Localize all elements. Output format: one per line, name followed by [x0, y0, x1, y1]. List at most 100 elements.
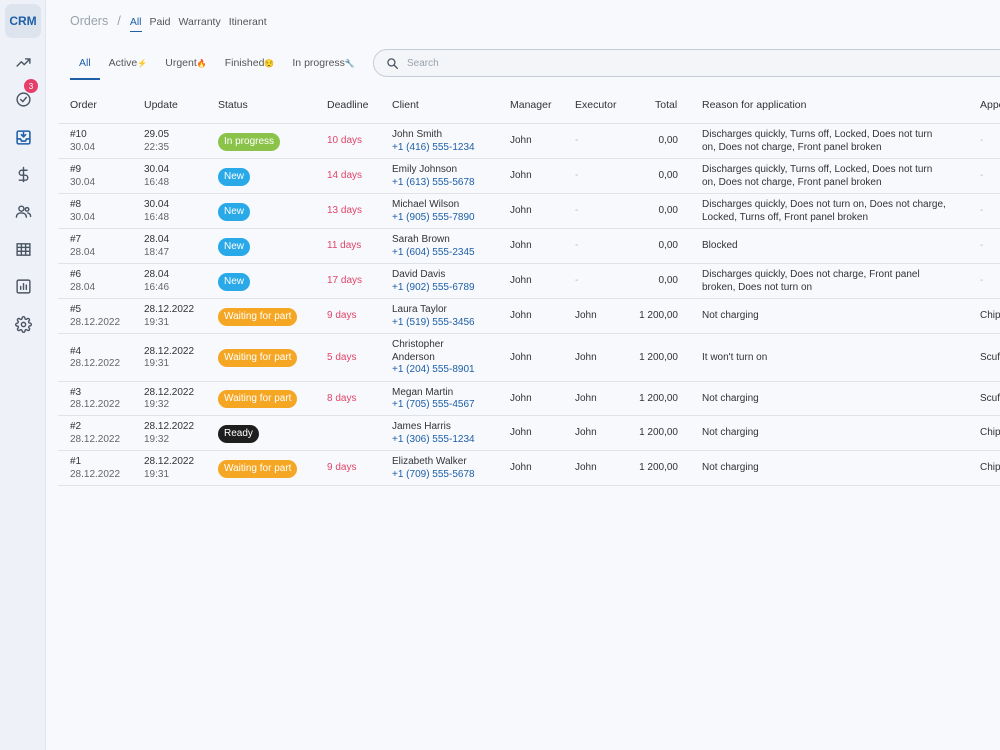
total: 0,00	[658, 205, 678, 217]
col-manager[interactable]: Manager	[510, 99, 551, 111]
dollar-icon	[18, 166, 28, 182]
status-filters: All Active⚡ Urgent🔥 Finished😌 In progres…	[70, 52, 364, 80]
order-date: 30.04	[70, 176, 96, 188]
tab-itinerant[interactable]: Itinerant	[229, 16, 267, 31]
reason-line: on, Does not charge, Front panel broken	[702, 176, 882, 188]
orders-nav[interactable]	[10, 124, 36, 150]
filter-finished[interactable]: Finished😌	[216, 52, 284, 80]
tab-all[interactable]: All	[129, 16, 142, 32]
breadcrumb-orders[interactable]: Orders	[70, 14, 108, 28]
status-badge[interactable]: Waiting for part	[218, 390, 298, 408]
status-badge[interactable]: New	[218, 202, 251, 221]
executor: -	[575, 205, 579, 217]
reason-line: Discharges quickly, Turns off, Locked, D…	[702, 129, 933, 140]
col-deadline[interactable]: Deadline	[327, 99, 368, 111]
status-cell: In progress	[218, 132, 281, 151]
table-row[interactable]: #8 30.04 30.04 16:48 New 13 days Michael Wilso…	[58, 194, 1000, 229]
col-status[interactable]: Status	[218, 99, 248, 111]
col-order[interactable]: Order	[70, 99, 97, 111]
client-phone[interactable]: +1 (705) 555-4567	[392, 399, 475, 412]
update-time: 19:32	[144, 433, 170, 445]
client-name: Christopher	[392, 339, 444, 351]
update-time: 19:31	[144, 468, 170, 480]
manager: John	[510, 427, 532, 439]
settings-nav[interactable]	[10, 311, 36, 337]
client-phone[interactable]: +1 (613) 555-5678	[392, 177, 475, 190]
client-phone[interactable]: +1 (604) 555-2345	[392, 247, 475, 260]
executor: John	[575, 427, 597, 439]
col-client[interactable]: Client	[392, 99, 419, 111]
table-row[interactable]: #6 28.04 28.04 16:46 New 17 days David Davis +1…	[58, 264, 1000, 299]
crm-logo[interactable]: CRM	[5, 4, 41, 38]
appearance: -	[980, 205, 984, 217]
status-badge[interactable]: In progress	[218, 132, 281, 151]
filter-all[interactable]: All	[70, 52, 100, 80]
client-phone[interactable]: +1 (416) 555-1234	[392, 142, 475, 155]
status-badge[interactable]: New	[218, 167, 251, 186]
col-update[interactable]: Update	[144, 99, 178, 111]
col-executor[interactable]: Executor	[575, 99, 616, 111]
table-row[interactable]: #10 30.04 29.05 22:35 In progress 10 days John…	[58, 124, 1000, 159]
update-time: 19:32	[144, 399, 170, 410]
filter-label: Finished	[224, 57, 265, 69]
warehouse-nav[interactable]	[10, 236, 36, 262]
analytics-nav[interactable]	[10, 49, 36, 75]
client-name: Megan Martin	[392, 386, 454, 398]
table-row[interactable]: #7 28.04 28.04 18:47 New 11 days Sarah Brown +1…	[58, 229, 1000, 264]
order-date: 28.12.2022	[70, 399, 121, 410]
client-phone[interactable]: +1 (306) 555-1234	[392, 434, 475, 447]
status-badge[interactable]: Waiting for part	[218, 459, 298, 478]
col-reason[interactable]: Reason for application	[702, 99, 806, 111]
tasks-nav[interactable]: 3	[10, 79, 38, 112]
appearance: Chip	[980, 462, 1000, 474]
deadline: 8 days	[327, 392, 357, 404]
client-phone[interactable]: +1 (204) 555-8901	[392, 364, 475, 377]
client-name: Elizabeth Walker	[392, 456, 467, 467]
reports-nav[interactable]	[10, 273, 36, 299]
status-cell: Waiting for part	[218, 459, 298, 478]
client-phone[interactable]: +1 (709) 555-5678	[392, 469, 475, 482]
manager: John	[510, 205, 532, 217]
status-cell: New	[218, 272, 251, 291]
filter-urgent[interactable]: Urgent🔥	[156, 52, 215, 80]
search-input[interactable]	[407, 57, 807, 69]
order-date: 28.04	[70, 246, 96, 258]
inbox-download-icon	[15, 129, 31, 145]
table-row[interactable]: #4 28.12.2022 28.12.2022 19:31 Waiting for p…	[58, 334, 1000, 382]
status-badge[interactable]: Waiting for part	[218, 349, 298, 367]
clients-nav[interactable]	[10, 198, 36, 224]
table-row[interactable]: #2 28.12.2022 28.12.2022 19:32 Ready James Ha…	[58, 416, 1000, 451]
table-row[interactable]: #5 28.12.2022 28.12.2022 19:31 Waiting for p…	[58, 299, 1000, 334]
status-badge[interactable]: New	[218, 237, 251, 256]
trending-up-icon	[15, 57, 31, 67]
client-phone[interactable]: +1 (519) 555-3456	[392, 317, 475, 330]
table-row[interactable]: #1 28.12.2022 28.12.2022 19:31 Waiting for p…	[58, 451, 1000, 486]
tab-paid[interactable]: Paid	[150, 16, 171, 31]
status-badge[interactable]: Ready	[218, 424, 259, 443]
reason-line: Not charging	[702, 310, 759, 322]
col-total[interactable]: Total	[655, 99, 677, 111]
table-row[interactable]: #9 30.04 30.04 16:48 New 14 days Emily Johnson…	[58, 159, 1000, 194]
reason-line: Locked, Turns off, Front panel broken	[702, 211, 869, 223]
filter-in-progress[interactable]: In progress🔧	[283, 52, 364, 80]
order-number: #1	[70, 456, 82, 467]
status-badge[interactable]: Waiting for part	[218, 307, 298, 326]
update-date: 28.12.2022	[144, 386, 195, 398]
status-badge[interactable]: New	[218, 272, 251, 291]
tab-warranty[interactable]: Warranty	[179, 16, 221, 31]
order-date: 28.04	[70, 281, 96, 293]
manager: John	[510, 351, 532, 363]
table-row[interactable]: #3 28.12.2022 28.12.2022 19:32 Waiting for p…	[58, 382, 1000, 416]
crm-app: CRM 3 Orders / All Paid Warranty Itinera…	[0, 0, 1000, 750]
filter-active[interactable]: Active⚡	[100, 52, 157, 80]
client-name: Emily Johnson	[392, 164, 458, 175]
col-appearance[interactable]: Appearance	[980, 99, 1000, 111]
client-phone[interactable]: +1 (902) 555-6789	[392, 282, 475, 295]
client-phone[interactable]: +1 (905) 555-7890	[392, 212, 475, 225]
deadline: 17 days	[327, 275, 363, 287]
wrench-icon: 🔧	[344, 59, 355, 68]
total: 1 200,00	[639, 462, 678, 474]
appearance: Scuf	[980, 392, 1000, 404]
filter-label: Active	[108, 57, 138, 69]
finance-nav[interactable]	[10, 161, 36, 187]
